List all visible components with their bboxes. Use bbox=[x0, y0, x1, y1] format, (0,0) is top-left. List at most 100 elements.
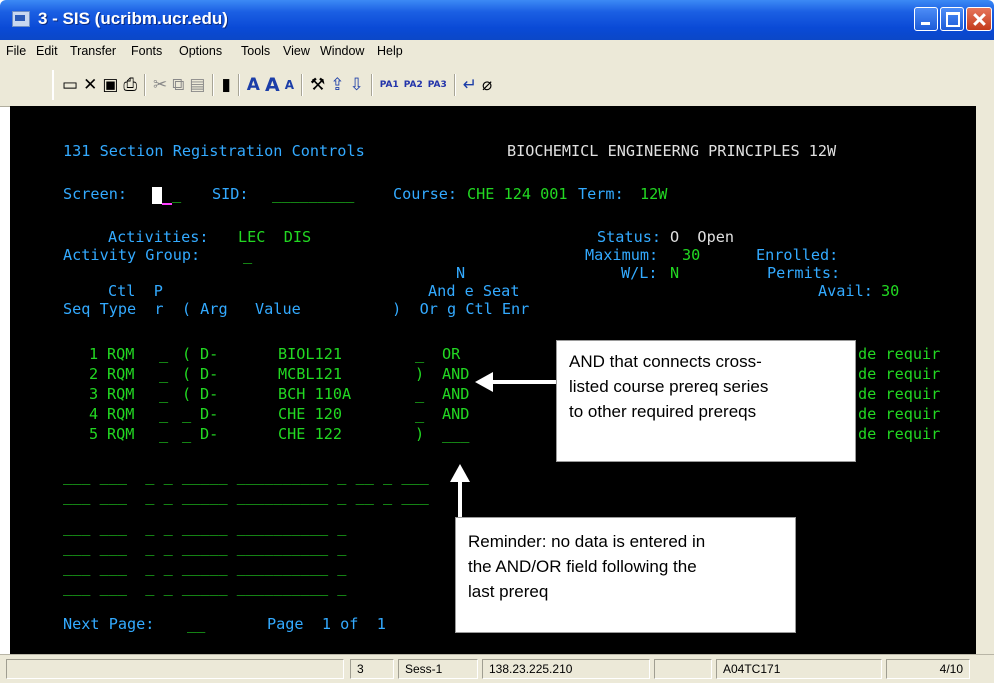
row-close-paren[interactable]: ) bbox=[415, 365, 424, 383]
menu-options[interactable]: Options bbox=[179, 44, 222, 58]
screen-title: 131 Section Registration Controls bbox=[63, 142, 365, 160]
empty-row[interactable]: ___ ___ _ _ _____ __________ _ bbox=[63, 518, 346, 536]
menu-window[interactable]: Window bbox=[320, 44, 364, 58]
row-open-paren[interactable]: ( bbox=[182, 365, 191, 383]
sid-input[interactable]: _________ bbox=[272, 185, 354, 203]
row-type[interactable]: RQM bbox=[107, 345, 134, 363]
screen-label: Screen: bbox=[63, 185, 128, 203]
sid-label: SID: bbox=[212, 185, 249, 203]
pa3-button[interactable]: PA3 bbox=[428, 80, 447, 90]
empty-row[interactable]: ___ ___ _ _ _____ __________ _ __ _ ___ bbox=[63, 487, 429, 505]
cut-icon[interactable]: ✂ bbox=[153, 76, 167, 94]
activity-group-input[interactable]: _ bbox=[243, 246, 252, 264]
row-and-or[interactable]: ___ bbox=[442, 425, 469, 443]
empty-row[interactable]: ___ ___ _ _ _____ __________ _ bbox=[63, 538, 346, 556]
row-r[interactable]: _ bbox=[159, 405, 168, 423]
row-arg[interactable]: D- bbox=[200, 405, 218, 423]
callout-reminder-note: Reminder: no data is entered in the AND/… bbox=[455, 517, 796, 633]
row-seq: 3 bbox=[89, 385, 99, 403]
menu-file[interactable]: File bbox=[6, 44, 26, 58]
row-value[interactable]: BCH 110A bbox=[278, 385, 351, 403]
row-arg[interactable]: D- bbox=[200, 365, 218, 383]
row-arg[interactable]: D- bbox=[200, 425, 218, 443]
paste-icon[interactable]: ▤ bbox=[189, 76, 205, 94]
row-arg[interactable]: D- bbox=[200, 385, 218, 403]
receive-file-icon[interactable]: ⇩ bbox=[349, 76, 363, 94]
row-close-paren[interactable]: _ bbox=[415, 385, 424, 403]
activity-group-label: Activity Group: bbox=[63, 246, 201, 264]
row-close-paren[interactable]: ) bbox=[415, 425, 424, 443]
row-type[interactable]: RQM bbox=[107, 405, 134, 423]
toolbar-separator bbox=[370, 74, 373, 96]
clear-icon[interactable]: ⌀ bbox=[482, 76, 492, 94]
row-open-paren[interactable]: ( bbox=[182, 345, 191, 363]
row-r[interactable]: _ bbox=[159, 365, 168, 383]
save-icon[interactable]: ▣ bbox=[102, 76, 118, 94]
menu-help[interactable]: Help bbox=[377, 44, 403, 58]
close-button[interactable] bbox=[966, 7, 992, 31]
status-session-number: 3 bbox=[350, 659, 394, 679]
menu-view[interactable]: View bbox=[283, 44, 310, 58]
enter-icon[interactable]: ↵ bbox=[463, 76, 477, 94]
row-value[interactable]: BIOL121 bbox=[278, 345, 342, 363]
screen-input[interactable]: _ bbox=[172, 185, 181, 203]
toolbar-separator bbox=[237, 74, 240, 96]
maximize-button[interactable] bbox=[940, 7, 964, 31]
row-value[interactable]: CHE 122 bbox=[278, 425, 342, 443]
menu-transfer[interactable]: Transfer bbox=[70, 44, 116, 58]
title-bar: 3 - SIS (ucribm.ucr.edu) bbox=[0, 0, 994, 40]
tools-icon[interactable]: ⚒ bbox=[310, 76, 325, 94]
row-r[interactable]: _ bbox=[159, 385, 168, 403]
row-open-paren[interactable]: ( bbox=[182, 385, 191, 403]
next-page-input[interactable]: __ bbox=[187, 615, 205, 633]
row-arg[interactable]: D- bbox=[200, 345, 218, 363]
term-label: Term: bbox=[578, 185, 624, 203]
menu-tools[interactable]: Tools bbox=[241, 44, 270, 58]
font-icon[interactable]: A bbox=[247, 76, 260, 94]
row-type[interactable]: RQM bbox=[107, 425, 134, 443]
row-type[interactable]: RQM bbox=[107, 365, 134, 383]
keyboard-map-icon[interactable]: ▮ bbox=[221, 76, 230, 94]
empty-row[interactable]: ___ ___ _ _ _____ __________ _ bbox=[63, 558, 346, 576]
font-smaller-icon[interactable]: A bbox=[285, 79, 294, 91]
send-file-icon[interactable]: ⇪ bbox=[330, 76, 344, 94]
row-open-paren[interactable]: _ bbox=[182, 405, 191, 423]
row-and-or[interactable]: AND bbox=[442, 405, 469, 423]
pa2-button[interactable]: PA2 bbox=[404, 80, 423, 90]
app-icon[interactable] bbox=[12, 11, 30, 27]
row-seq: 2 bbox=[89, 365, 99, 383]
menu-edit[interactable]: Edit bbox=[36, 44, 58, 58]
status-blank bbox=[654, 659, 712, 679]
empty-row[interactable]: ___ ___ _ _ _____ __________ _ bbox=[63, 578, 346, 596]
row-description: de requir bbox=[858, 385, 941, 403]
row-r[interactable]: _ bbox=[159, 425, 168, 443]
cursor-underline bbox=[162, 203, 172, 205]
row-close-paren[interactable]: _ bbox=[415, 405, 424, 423]
row-and-or[interactable]: OR bbox=[442, 345, 460, 363]
row-seq: 4 bbox=[89, 405, 99, 423]
disconnect-icon[interactable]: ▭ bbox=[62, 76, 78, 94]
print-icon[interactable]: ⎙ bbox=[123, 76, 137, 94]
font-larger-icon[interactable]: A bbox=[265, 75, 280, 95]
row-close-paren[interactable]: _ bbox=[415, 345, 424, 363]
row-and-or[interactable]: AND bbox=[442, 385, 469, 403]
activities-label: Activities: bbox=[108, 228, 209, 246]
status-value: O Open bbox=[670, 228, 735, 246]
row-open-paren[interactable]: _ bbox=[182, 425, 191, 443]
minimize-button[interactable] bbox=[914, 7, 938, 31]
row-value[interactable]: MCBL121 bbox=[278, 365, 342, 383]
maximum-label: Maximum: bbox=[585, 246, 659, 264]
menu-fonts[interactable]: Fonts bbox=[131, 44, 162, 58]
row-and-or[interactable]: AND bbox=[442, 365, 469, 383]
row-type[interactable]: RQM bbox=[107, 385, 134, 403]
cancel-icon[interactable]: ✕ bbox=[83, 76, 97, 94]
row-value[interactable]: CHE 120 bbox=[278, 405, 342, 423]
status-bar: 3 Sess-1 138.23.225.210 A04TC171 4/10 bbox=[0, 654, 994, 683]
page-indicator: Page 1 of 1 bbox=[267, 615, 386, 633]
wl-label: W/L: bbox=[621, 264, 658, 282]
pa1-button[interactable]: PA1 bbox=[380, 80, 399, 90]
empty-row[interactable]: ___ ___ _ _ _____ __________ _ __ _ ___ bbox=[63, 467, 429, 485]
copy-icon[interactable]: ⧉ bbox=[172, 76, 184, 94]
row-r[interactable]: _ bbox=[159, 345, 168, 363]
toolbar-separator bbox=[212, 74, 215, 96]
